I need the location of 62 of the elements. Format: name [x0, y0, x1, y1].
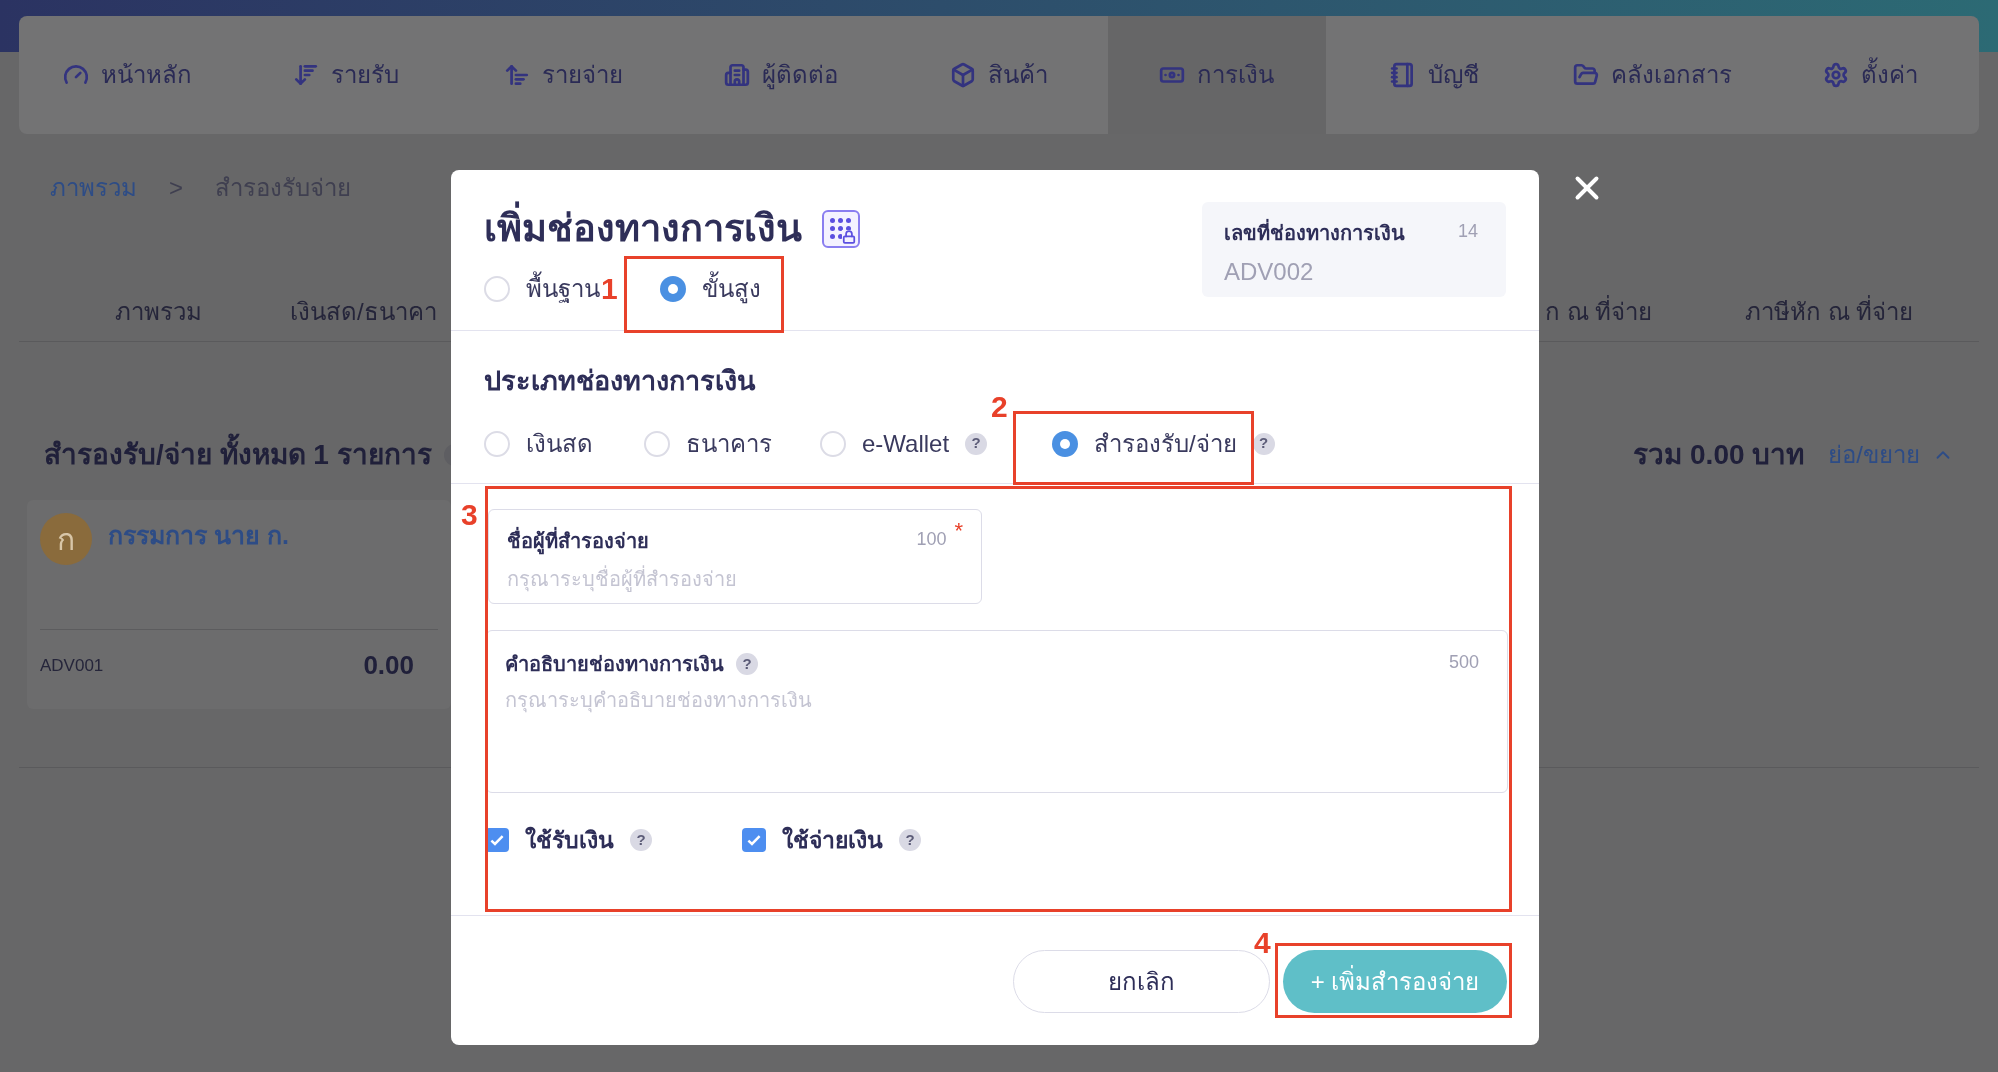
- nav-tab[interactable]: บัญชี: [1325, 16, 1544, 134]
- id-value: ADV002: [1224, 257, 1315, 287]
- required-mark: *: [954, 520, 963, 542]
- annotation-number: 2: [991, 392, 1008, 422]
- section-title: ประเภทช่องทางการเงิน: [484, 366, 755, 396]
- radio-button[interactable]: [660, 276, 686, 302]
- radio-button[interactable]: [484, 430, 510, 457]
- annotation-number: 1: [601, 274, 618, 304]
- total-amount: รวม 0.00 บาท: [1633, 438, 1805, 472]
- checkbox[interactable]: [742, 828, 766, 853]
- char-limit: 500: [1448, 651, 1479, 674]
- help-icon[interactable]: ?: [899, 829, 921, 852]
- nav-tab[interactable]: หน้าหลัก: [19, 16, 237, 134]
- card-amount: 0.00: [363, 649, 414, 682]
- radio-label[interactable]: สำรองรับ/จ่าย: [1094, 425, 1237, 462]
- modal-title: เพิ่มช่องทางการเงิน: [484, 200, 802, 257]
- name-field[interactable]: ชื่อผู้ที่สำรองจ่าย 100 * กรุณาระบุชื่อผู้ที่สำรองจ่าย: [488, 509, 982, 604]
- box-icon: [950, 62, 976, 88]
- field-label: คำอธิบายช่องทางการเงิน: [505, 652, 724, 677]
- add-reserve-button[interactable]: + เพิ่มสำรองจ่าย: [1283, 950, 1507, 1013]
- page-tab[interactable]: ภาษีหัก ณ ที่จ่าย: [1745, 293, 1914, 330]
- help-icon[interactable]: ?: [1252, 432, 1275, 455]
- char-count: 14: [1457, 220, 1478, 243]
- radio-button[interactable]: [1052, 430, 1078, 457]
- description-input[interactable]: กรุณาระบุคำอธิบายช่องทางการเงิน: [505, 685, 1489, 755]
- page-tab[interactable]: ภาพรวม: [115, 293, 290, 330]
- radio-label[interactable]: พื้นฐาน: [526, 271, 600, 307]
- id-label: เลขที่ช่องทางการเงิน: [1224, 218, 1405, 248]
- checkbox-label[interactable]: ใช้จ่ายเงิน: [782, 823, 883, 858]
- radio-label[interactable]: ธนาคาร: [686, 425, 772, 462]
- building-icon: [724, 62, 751, 88]
- nav-tab[interactable]: สินค้า: [890, 16, 1108, 134]
- card-code: ADV001: [40, 654, 104, 677]
- radio-label[interactable]: ขั้นสูง: [702, 271, 761, 307]
- radio-button[interactable]: [820, 430, 846, 457]
- name-input[interactable]: กรุณาระบุชื่อผู้ที่สำรองจ่าย: [507, 564, 963, 594]
- account-card[interactable]: ก กรรมการ นาย ก. ADV001 0.00: [27, 500, 451, 709]
- radio-button[interactable]: [644, 430, 670, 457]
- card-name: กรรมการ นาย ก.: [108, 520, 289, 551]
- nav-tab[interactable]: การเงิน: [1107, 16, 1326, 134]
- page-tab[interactable]: ก ณ ที่จ่าย: [1545, 293, 1705, 330]
- nav-tab[interactable]: รายรับ: [236, 16, 455, 134]
- radio-button[interactable]: [484, 276, 510, 302]
- radio-label[interactable]: เงินสด: [526, 425, 593, 462]
- avatar: ก: [40, 513, 92, 565]
- list-title: สำรองรับ/จ่าย ทั้งหมด 1 รายการ: [44, 434, 432, 476]
- help-icon[interactable]: ?: [630, 829, 652, 852]
- nav-tab[interactable]: รายจ่าย: [454, 16, 673, 134]
- folder-icon: [1572, 62, 1599, 88]
- help-icon[interactable]: ?: [736, 653, 758, 675]
- char-limit: 100: [916, 528, 947, 551]
- checkbox-label[interactable]: ใช้รับเงิน: [525, 823, 614, 858]
- help-icon[interactable]: ?: [965, 432, 988, 455]
- annotation-number: 3: [461, 500, 478, 530]
- nav-tab[interactable]: ผู้ติดต่อ: [672, 16, 891, 134]
- field-label: ชื่อผู้ที่สำรองจ่าย: [507, 526, 649, 556]
- radio-label[interactable]: e-Wallet: [862, 425, 950, 462]
- nav-tab[interactable]: คลังเอกสาร: [1543, 16, 1762, 134]
- settings-icon: [1822, 62, 1849, 88]
- nav-tab[interactable]: ตั้งค่า: [1761, 16, 1979, 134]
- grid-lock-icon: [822, 209, 860, 248]
- breadcrumb-separator: >: [169, 173, 183, 203]
